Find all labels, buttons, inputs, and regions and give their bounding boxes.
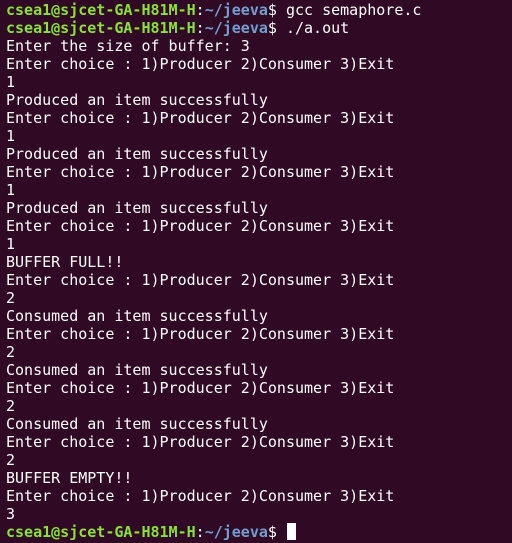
prompt-path: ~/jeeva [204,523,268,541]
command-text: gcc semaphore.c [285,1,422,19]
prompt-user-host: csea1@sjcet-GA-H81M-H [6,19,196,37]
prompt-path: ~/jeeva [204,19,268,37]
output-line: Consumed an item successfully [6,361,268,379]
output-line: 2 [6,451,16,469]
prompt-line-current[interactable]: csea1@sjcet-GA-H81M-H:~/jeeva$ [6,523,512,541]
output-line: Enter choice : 1)Producer 2)Consumer 3)E… [6,433,395,451]
output-line: Enter choice : 1)Producer 2)Consumer 3)E… [6,55,395,73]
prompt-dollar: $ [267,1,286,19]
output-line: Produced an item successfully [6,199,268,217]
output-line: Enter choice : 1)Producer 2)Consumer 3)E… [6,325,395,343]
prompt-user-host: csea1@sjcet-GA-H81M-H [6,523,196,541]
output-line: 1 [6,127,16,145]
output-line: 3 [6,505,16,523]
output-line: Enter choice : 1)Producer 2)Consumer 3)E… [6,379,395,397]
prompt-colon: : [195,19,205,37]
output-line: Enter choice : 1)Producer 2)Consumer 3)E… [6,109,395,127]
text-cursor[interactable] [286,523,296,540]
prompt-colon: : [195,523,205,541]
output-line: Consumed an item successfully [6,307,268,325]
prompt-dollar: $ [267,523,286,541]
output-line: 2 [6,343,16,361]
output-line: 1 [6,181,16,199]
terminal-window[interactable]: csea1@sjcet-GA-H81M-H:~/jeeva$ gcc semap… [0,1,512,543]
output-line: BUFFER FULL!! [6,253,124,271]
output-line: Produced an item successfully [6,145,268,163]
command-text: ./a.out [285,19,350,37]
prompt-path: ~/jeeva [204,1,268,19]
output-line: Enter choice : 1)Producer 2)Consumer 3)E… [6,163,395,181]
output-line: Enter the size of buffer: 3 [6,37,250,55]
output-line: 1 [6,235,16,253]
output-line: Enter choice : 1)Producer 2)Consumer 3)E… [6,217,395,235]
output-line: 1 [6,73,16,91]
prompt-dollar: $ [267,19,286,37]
output-line: Consumed an item successfully [6,415,268,433]
prompt-line-run: csea1@sjcet-GA-H81M-H:~/jeeva$ ./a.out [6,19,512,37]
output-line: Produced an item successfully [6,91,268,109]
prompt-line-compile: csea1@sjcet-GA-H81M-H:~/jeeva$ gcc semap… [6,1,512,19]
output-line: 2 [6,397,16,415]
output-line: Enter choice : 1)Producer 2)Consumer 3)E… [6,487,395,505]
output-line: BUFFER EMPTY!! [6,469,133,487]
output-line: Enter choice : 1)Producer 2)Consumer 3)E… [6,271,395,289]
prompt-colon: : [195,1,205,19]
output-line: 2 [6,289,16,307]
prompt-user-host: csea1@sjcet-GA-H81M-H [6,1,196,19]
